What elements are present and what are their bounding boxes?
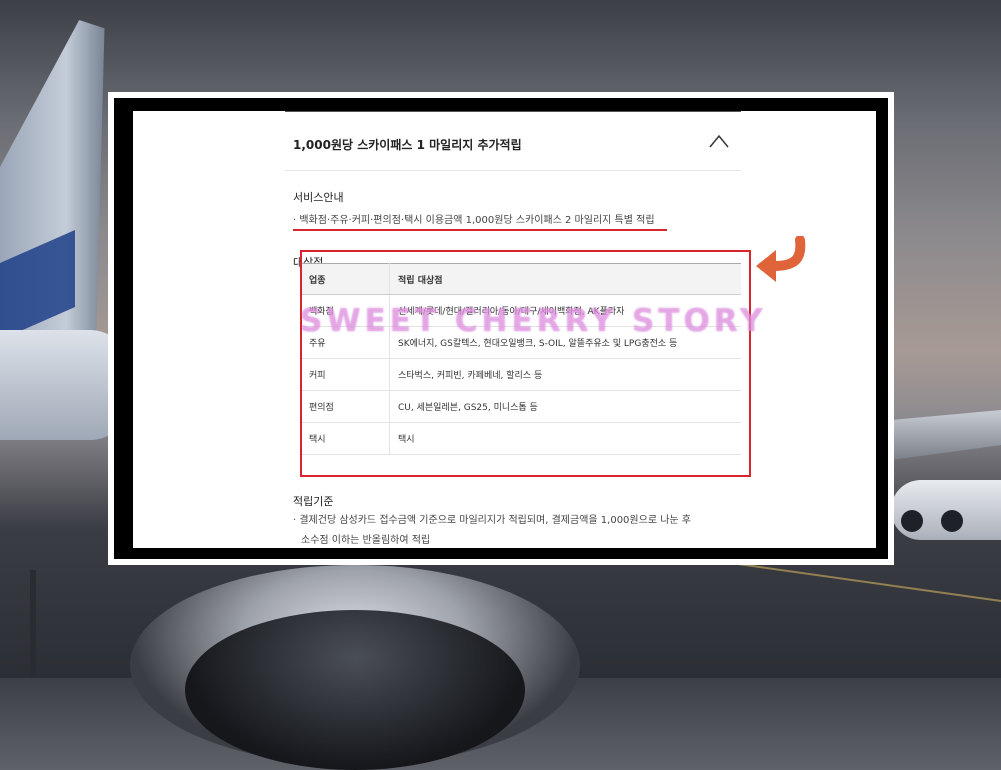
- engine-dot: [901, 510, 923, 532]
- distant-airplane: [891, 480, 1001, 540]
- highlight-box: [300, 250, 751, 477]
- criteria-note: · 결제건당 삼성카드 접수금액 기준으로 마일리지가 적립되며, 결제금액을 …: [293, 511, 723, 548]
- benefit-panel: 1,000원당 스카이패스 1 마일리지 추가적립 서비스안내 · 백화점·주유…: [133, 111, 876, 548]
- criteria-section-title: 적립기준: [293, 495, 334, 508]
- airplane-wing: [891, 410, 1001, 460]
- screenshot-border: 1,000원당 스카이패스 1 마일리지 추가적립 서비스안내 · 백화점·주유…: [114, 98, 888, 559]
- accordion-header[interactable]: 1,000원당 스카이패스 1 마일리지 추가적립: [285, 111, 741, 171]
- service-section-title: 서비스안내: [293, 191, 344, 204]
- curved-arrow-icon: [756, 236, 806, 282]
- criteria-line-1: · 결제건당 삼성카드 접수금액 기준으로 마일리지가 적립되며, 결제금액을 …: [293, 515, 691, 526]
- accordion-title: 1,000원당 스카이패스 1 마일리지 추가적립: [293, 138, 522, 152]
- highlight-underline: [293, 229, 667, 231]
- chevron-up-icon[interactable]: [709, 134, 729, 148]
- jet-engine-intake: [185, 610, 525, 770]
- engine-dot: [941, 510, 963, 532]
- criteria-line-2: 소수점 이하는 반올림하여 적립: [301, 535, 431, 546]
- service-bullet: · 백화점·주유·커피·편의점·택시 이용금액 1,000원당 스카이패스 2 …: [293, 215, 655, 226]
- screenshot-frame: 1,000원당 스카이패스 1 마일리지 추가적립 서비스안내 · 백화점·주유…: [108, 92, 894, 565]
- boarding-stair: [30, 570, 36, 678]
